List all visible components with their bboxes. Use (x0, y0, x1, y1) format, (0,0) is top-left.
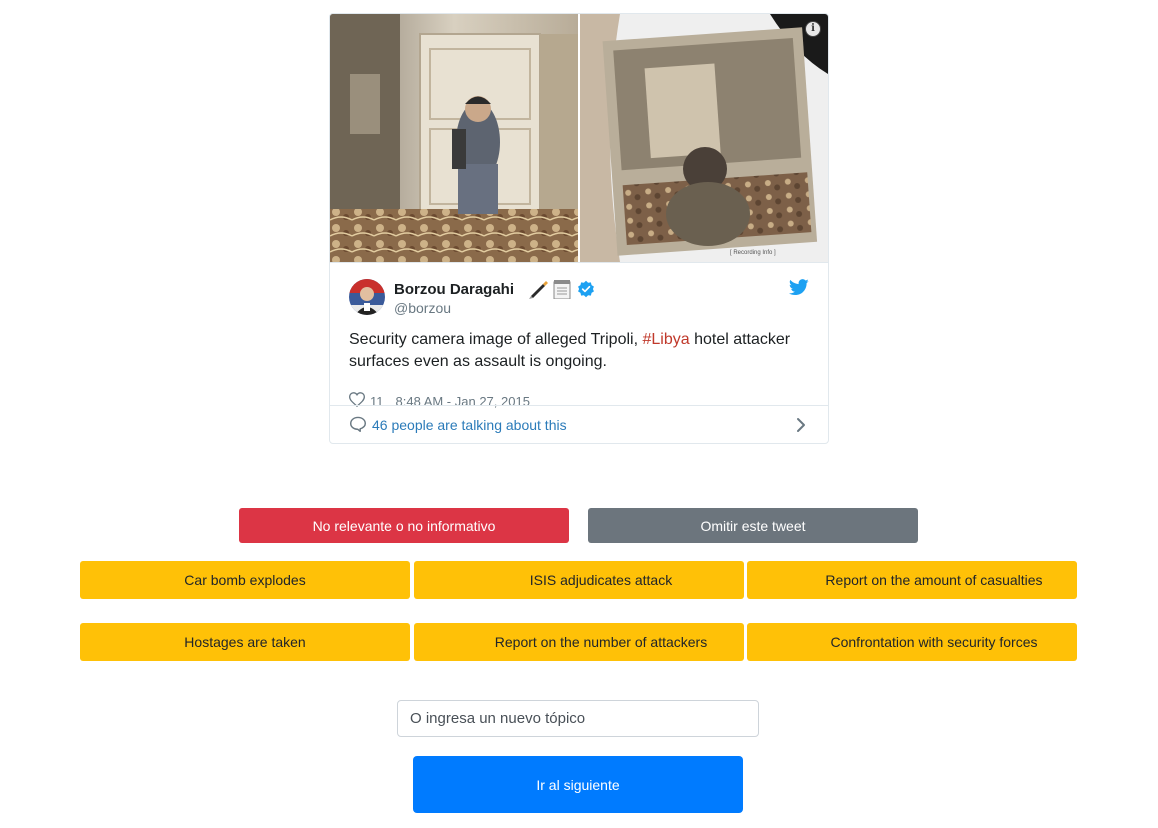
avatar[interactable] (349, 279, 385, 315)
topic-button-isis-adjudicates[interactable]: ISIS adjudicates attack (414, 561, 744, 599)
tweet-text-part: Security camera image of alleged Tripoli… (349, 331, 643, 348)
comment-icon (349, 416, 367, 435)
tweet-photo-left[interactable] (330, 14, 578, 262)
new-topic-input[interactable] (397, 700, 759, 737)
info-icon[interactable]: i (805, 21, 821, 37)
skip-tweet-button[interactable]: Omitir este tweet (588, 508, 918, 543)
tweet-media[interactable]: [ Recording Info ] i (330, 14, 828, 263)
hashtag-link[interactable]: #Libya (642, 331, 689, 348)
pen-icon (528, 279, 548, 304)
topic-button-car-bomb[interactable]: Car bomb explodes (80, 561, 410, 599)
author-name[interactable]: Borzou Daragahi (394, 281, 514, 298)
next-button[interactable]: Ir al siguiente (413, 756, 743, 813)
chevron-right-icon[interactable] (796, 417, 806, 438)
embedded-tweet[interactable]: [ Recording Info ] i Borzou Daragahi @bo… (329, 13, 829, 444)
tweet-photo-right[interactable]: [ Recording Info ] (580, 14, 828, 262)
topic-button-attackers[interactable]: Report on the number of attackers (414, 623, 744, 661)
tweet-text: Security camera image of alleged Tripoli… (349, 329, 809, 373)
conversation-link[interactable]: 46 people are talking about this (349, 416, 567, 435)
topic-button-confrontation[interactable]: Confrontation with security forces (747, 623, 1077, 661)
name-emoji-group (528, 279, 572, 304)
tweet-header: Borzou Daragahi @borzou (349, 279, 809, 319)
author-handle[interactable]: @borzou (394, 300, 451, 316)
topic-button-hostages[interactable]: Hostages are taken (80, 623, 410, 661)
twitter-bird-icon[interactable] (788, 279, 809, 301)
verified-badge-icon (577, 280, 595, 303)
notepad-icon (552, 279, 572, 304)
topic-button-casualties[interactable]: Report on the amount of casualties (747, 561, 1077, 599)
not-relevant-button[interactable]: No relevante o no informativo (239, 508, 569, 543)
photo-caption: [ Recording Info ] (730, 250, 776, 256)
talking-count: 46 people are talking about this (372, 417, 567, 433)
tweet-footer[interactable]: 46 people are talking about this (330, 405, 828, 443)
